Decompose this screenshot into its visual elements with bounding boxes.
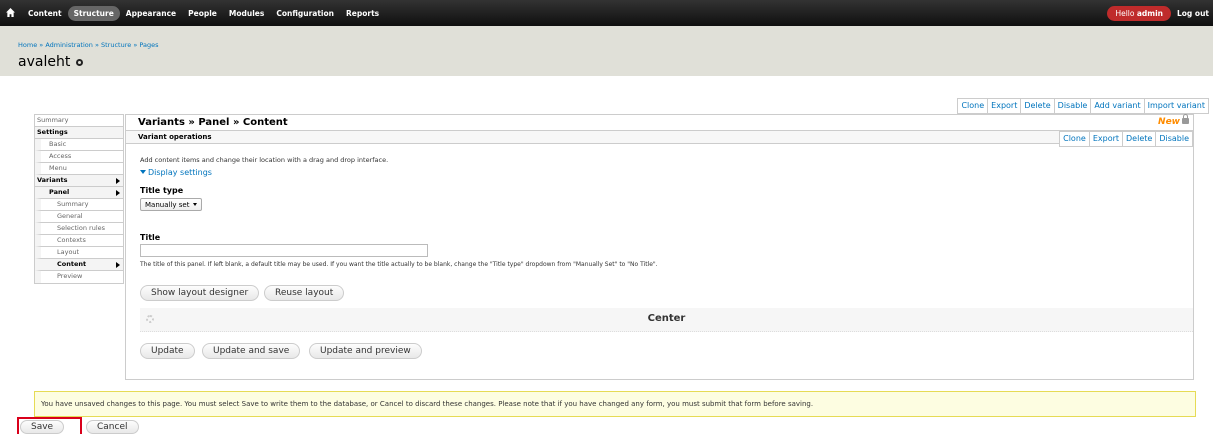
sidebar-item-selection-rules[interactable]: Selection rules [35, 223, 123, 235]
lock-icon [1182, 114, 1189, 124]
reuse-layout-button[interactable]: Reuse layout [264, 285, 345, 301]
toolbar-item-configuration[interactable]: Configuration [270, 6, 340, 21]
hello-prefix: Hello [1115, 9, 1137, 18]
toolbar-menu: Content Structure Appearance People Modu… [22, 6, 385, 21]
disable-link[interactable]: Disable [1055, 99, 1092, 113]
sidebar-item-access[interactable]: Access [35, 151, 123, 163]
variant-disable-link[interactable]: Disable [1156, 132, 1192, 146]
variant-clone-link[interactable]: Clone [1060, 132, 1090, 146]
update-button[interactable]: Update [140, 343, 195, 359]
sidebar-item-menu[interactable]: Menu [35, 163, 123, 175]
triangle-down-icon [140, 170, 146, 174]
breadcrumb-administration[interactable]: Administration [45, 41, 93, 49]
center-region-label: Center [647, 313, 686, 324]
warning-text: You have unsaved changes to this page. Y… [41, 400, 814, 408]
center-region: Center [140, 308, 1193, 332]
sidebar-item-content[interactable]: Content [35, 259, 123, 271]
variant-delete-link[interactable]: Delete [1123, 132, 1157, 146]
sidebar-item-panel[interactable]: Panel [35, 187, 123, 199]
arrow-right-icon [116, 178, 120, 184]
toolbar-item-reports[interactable]: Reports [340, 6, 385, 21]
display-settings-toggle[interactable]: Display settings [140, 168, 212, 177]
variant-operations: Clone Export Delete Disable [1059, 131, 1193, 147]
breadcrumb: Home » Administration » Structure » Page… [18, 41, 158, 49]
page-title-text: avaleht [18, 54, 71, 70]
arrow-right-icon [116, 190, 120, 196]
breadcrumb-pages[interactable]: Pages [139, 41, 158, 49]
username: admin [1136, 9, 1163, 18]
toolbar-item-modules[interactable]: Modules [223, 6, 270, 21]
content-panel: Variants » Panel » Content New Variant o… [125, 114, 1194, 380]
clone-link[interactable]: Clone [958, 99, 989, 113]
toolbar-item-people[interactable]: People [182, 6, 223, 21]
page-title: avaleht [18, 54, 84, 70]
caret-down-icon [193, 203, 198, 206]
variant-operations-label: Variant operations [138, 133, 212, 141]
sidebar-item-label: Content [57, 260, 87, 268]
admin-toolbar: Content Structure Appearance People Modu… [0, 0, 1213, 26]
home-icon[interactable] [6, 8, 15, 17]
sidebar-item-summary[interactable]: Summary [35, 115, 123, 127]
sidebar-item-label: Panel [49, 188, 70, 196]
arrow-right-icon [116, 262, 120, 268]
logout-link[interactable]: Log out [1177, 9, 1209, 18]
page-operations: Clone Export Delete Disable Add variant … [957, 98, 1209, 114]
variant-operations-bar: Variant operations [126, 130, 1193, 144]
page-header: Home » Administration » Structure » Page… [0, 26, 1213, 76]
sidebar-item-basic[interactable]: Basic [35, 139, 123, 151]
sidebar-item-contexts[interactable]: Contexts [35, 235, 123, 247]
breadcrumb-sep: » [92, 41, 101, 49]
breadcrumb-structure[interactable]: Structure [101, 41, 131, 49]
cancel-button[interactable]: Cancel [86, 420, 139, 434]
title-input[interactable] [140, 244, 428, 257]
update-and-save-button[interactable]: Update and save [202, 343, 301, 359]
title-type-label: Title type [140, 186, 184, 195]
unsaved-changes-warning: You have unsaved changes to this page. Y… [34, 391, 1196, 417]
hello-user-link[interactable]: Hello admin [1107, 6, 1171, 21]
title-type-select[interactable]: Manually set [140, 198, 203, 211]
sidebar-item-preview[interactable]: Preview [35, 271, 123, 283]
import-variant-link[interactable]: Import variant [1145, 99, 1208, 113]
save-button[interactable]: Save [20, 420, 65, 434]
variant-export-link[interactable]: Export [1090, 132, 1124, 146]
title-help-text: The title of this panel. If left blank, … [140, 261, 658, 268]
breadcrumb-home[interactable]: Home [18, 41, 37, 49]
toolbar-item-content[interactable]: Content [22, 6, 68, 21]
add-variant-link[interactable]: Add variant [1091, 99, 1145, 113]
delete-link[interactable]: Delete [1021, 99, 1055, 113]
toolbar-item-structure[interactable]: Structure [67, 6, 120, 21]
toolbar-user: Hello admin Log out [1107, 6, 1209, 21]
sidebar-item-layout[interactable]: Layout [35, 247, 123, 259]
sidebar-item-variants[interactable]: Variants [35, 175, 123, 187]
update-and-preview-button[interactable]: Update and preview [309, 343, 422, 359]
sidebar-item-label: Variants [37, 176, 68, 184]
sidebar-item-general[interactable]: General [35, 211, 123, 223]
panel-title: Variants » Panel » Content [138, 117, 288, 128]
page-manager-sidebar: Summary Settings Basic Access Menu Varia… [34, 114, 124, 284]
new-label: New [1158, 117, 1180, 127]
sidebar-item-settings[interactable]: Settings [35, 127, 123, 139]
show-layout-designer-button[interactable]: Show layout designer [140, 285, 260, 301]
sidebar-item-panel-summary[interactable]: Summary [35, 199, 123, 211]
content-description: Add content items and change their locat… [140, 156, 389, 164]
new-badge: New [1158, 114, 1189, 127]
toolbar-item-appearance[interactable]: Appearance [120, 6, 182, 21]
display-settings-label: Display settings [148, 168, 212, 177]
gear-icon[interactable] [76, 58, 84, 66]
export-link[interactable]: Export [988, 99, 1022, 113]
title-label: Title [140, 233, 161, 242]
title-type-value: Manually set [145, 201, 190, 209]
